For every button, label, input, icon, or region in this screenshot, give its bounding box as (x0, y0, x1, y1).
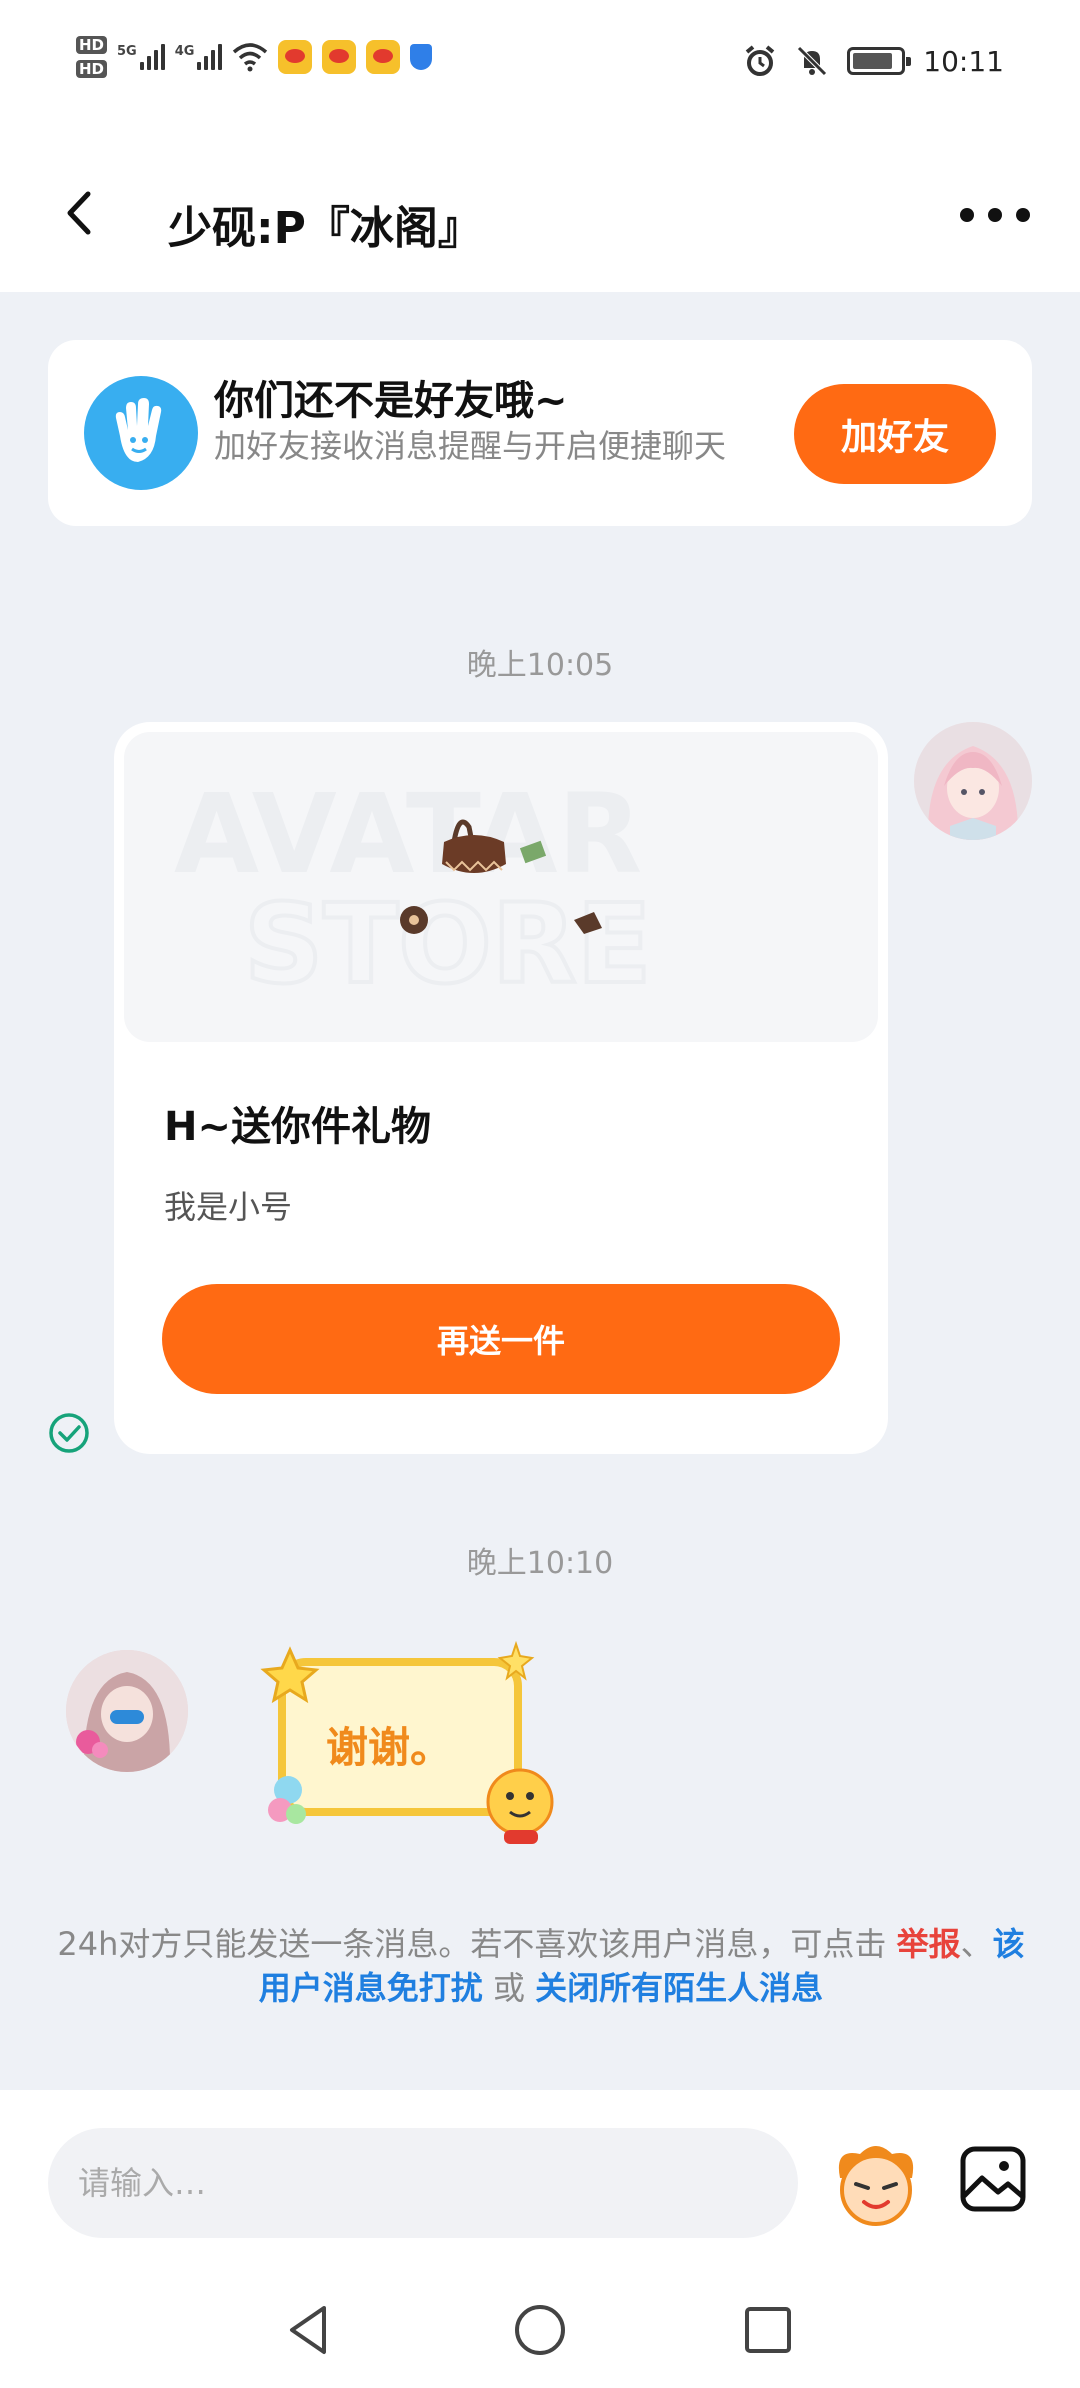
friend-request-banner: 你们还不是好友哦~ 加好友接收消息提醒与开启便捷聊天 加好友 (48, 340, 1032, 526)
sticker-text: 谢谢。 (326, 1723, 452, 1772)
message-input-bar (0, 2090, 1080, 2270)
emoji-sticker-icon[interactable] (830, 2138, 922, 2230)
gift-title: H~送你件礼物 (164, 1104, 431, 1150)
nav-home-icon[interactable] (510, 2300, 570, 2360)
mute-bell-icon (797, 46, 828, 76)
sent-check-icon (49, 1413, 89, 1453)
weibo-notification-icon (322, 40, 357, 74)
signal-4g-icon: 4G (175, 44, 223, 70)
close-stranger-messages-link[interactable]: 关闭所有陌生人消息 (535, 1969, 823, 2007)
friend-banner-title: 你们还不是好友哦~ (214, 378, 568, 424)
notice-separator: 、 (960, 1925, 993, 1963)
image-icon[interactable] (958, 2144, 1028, 2214)
more-horizontal-icon[interactable] (960, 200, 1030, 230)
avatar[interactable] (914, 722, 1032, 840)
weibo-notification-icon (366, 40, 401, 74)
report-link[interactable]: 举报 (897, 1925, 961, 1963)
wifi-icon (233, 43, 268, 72)
battery-fill (853, 53, 893, 69)
thank-you-sticker[interactable]: 谢谢。 (258, 1634, 568, 1848)
svg-text:STORE: STORE (244, 880, 652, 1008)
chat-header: 少砚:P『冰阁』 (0, 130, 1080, 292)
system-nav-bar (0, 2270, 1080, 2388)
gift-image: AVATAR STORE (124, 732, 878, 1042)
stranger-message-notice: 24h对方只能发送一条消息。若不喜欢该用户消息，可点击 举报、该用户消息免打扰 … (56, 1922, 1026, 2010)
status-bar: HD HD 5G 4G 10:11 (0, 0, 1080, 130)
message-timestamp: 晚上10:05 (466, 648, 614, 683)
friend-banner-subtitle: 加好友接收消息提醒与开启便捷聊天 (214, 427, 727, 465)
notice-separator: 或 (492, 1969, 525, 2007)
shield-icon (410, 44, 433, 70)
alarm-icon (746, 45, 775, 76)
message-input[interactable] (48, 2128, 798, 2238)
network-label-4g: 4G (174, 44, 195, 59)
hand-wave-icon (84, 376, 198, 490)
status-time: 10:11 (923, 44, 1004, 78)
hd-badge-2: HD (76, 60, 108, 78)
hd-indicators: HD HD (76, 36, 108, 78)
chevron-left-icon[interactable] (56, 188, 106, 238)
nav-recents-icon[interactable] (738, 2300, 798, 2360)
avatar[interactable] (66, 1650, 188, 1772)
weibo-notification-icon (278, 40, 313, 74)
hd-badge-1: HD (76, 36, 108, 54)
status-right: 10:11 (743, 44, 1004, 78)
gift-note: 我是小号 (164, 1188, 293, 1226)
status-left: HD HD 5G 4G (76, 36, 433, 78)
network-label-5g: 5G (117, 44, 137, 59)
notice-text: 24h对方只能发送一条消息。若不喜欢该用户消息，可点击 (57, 1925, 887, 1963)
svg-text:AVATAR: AVATAR (174, 770, 642, 898)
send-again-button[interactable]: 再送一件 (162, 1284, 840, 1394)
gift-message-card[interactable]: AVATAR STORE H~送你件礼物 我是小号 再送一件 (114, 722, 888, 1454)
add-friend-button[interactable]: 加好友 (794, 384, 996, 484)
signal-5g-icon: 5G (117, 44, 165, 70)
battery-icon (847, 47, 912, 75)
nav-back-icon[interactable] (280, 2300, 340, 2360)
message-timestamp: 晚上10:10 (466, 1546, 614, 1581)
chat-title: 少砚:P『冰阁』 (168, 203, 482, 254)
